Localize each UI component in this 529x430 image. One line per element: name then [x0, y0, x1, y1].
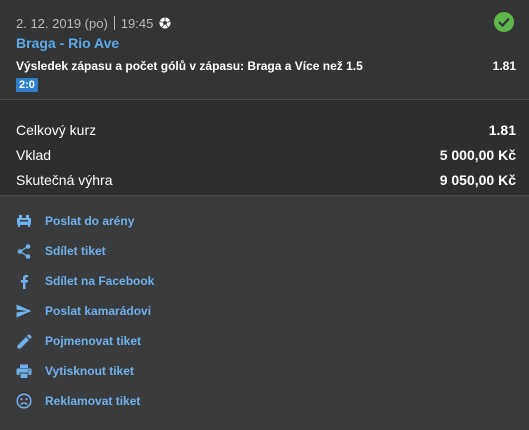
pencil-icon — [15, 332, 33, 350]
action-label: Reklamovat tiket — [45, 394, 141, 408]
bet-time: 19:45 — [120, 15, 154, 31]
action-label: Poslat kamarádovi — [45, 304, 152, 318]
printer-icon — [15, 362, 33, 380]
total-odds-row: Celkový kurz 1.81 — [16, 117, 516, 142]
win-row: Skutečná výhra 9 050,00 Kč — [16, 167, 516, 192]
share-icon — [15, 242, 33, 260]
print-ticket-action[interactable]: Vytisknout tiket — [15, 356, 529, 386]
score-badge: 2:0 — [16, 78, 38, 92]
total-odds-value: 1.81 — [488, 121, 516, 138]
selection-row: Výsledek zápasu a počet gólů v zápasu: B… — [16, 59, 516, 75]
ticket-actions: Poslat do arény Sdílet tiket Sdílet na F… — [0, 196, 529, 416]
action-label: Vytisknout tiket — [45, 364, 134, 378]
claim-ticket-action[interactable]: Reklamovat tiket — [15, 386, 529, 416]
action-label: Sdílet na Facebook — [45, 274, 155, 288]
selection-text: Výsledek zápasu a počet gólů v zápasu: B… — [16, 59, 363, 73]
match-name[interactable]: Braga - Rio Ave — [16, 35, 513, 53]
action-label: Poslat do arény — [45, 214, 135, 228]
stake-value: 5 000,00 Kč — [439, 146, 516, 163]
win-label: Skutečná výhra — [16, 171, 113, 188]
bet-date: 2. 12. 2019 (po) — [16, 15, 108, 31]
bet-summary: Celkový kurz 1.81 Vklad 5 000,00 Kč Skut… — [0, 100, 529, 196]
selection-odds: 1.81 — [492, 59, 516, 73]
send-to-friend-action[interactable]: Poslat kamarádovi — [15, 296, 529, 326]
stake-label: Vklad — [16, 146, 52, 163]
send-icon — [15, 302, 33, 320]
facebook-icon — [15, 272, 33, 290]
action-label: Pojmenovat tiket — [45, 334, 142, 348]
meta-divider — [113, 16, 115, 30]
share-facebook-action[interactable]: Sdílet na Facebook — [15, 266, 529, 296]
action-label: Sdílet tiket — [45, 244, 106, 258]
rename-ticket-action[interactable]: Pojmenovat tiket — [15, 326, 529, 356]
win-value: 9 050,00 Kč — [439, 171, 516, 188]
bet-meta: 2. 12. 2019 (po) 19:45 — [16, 14, 513, 32]
share-ticket-action[interactable]: Sdílet tiket — [15, 236, 529, 266]
send-to-arena-action[interactable]: Poslat do arény — [15, 206, 529, 236]
bet-item: 2. 12. 2019 (po) 19:45 Braga - Rio Ave V… — [0, 0, 529, 100]
stake-row: Vklad 5 000,00 Kč — [16, 142, 516, 167]
sad-face-icon — [15, 392, 33, 410]
football-icon — [159, 17, 171, 29]
check-circle-icon — [494, 12, 514, 32]
total-odds-label: Celkový kurz — [16, 121, 97, 138]
arena-icon — [15, 212, 33, 230]
